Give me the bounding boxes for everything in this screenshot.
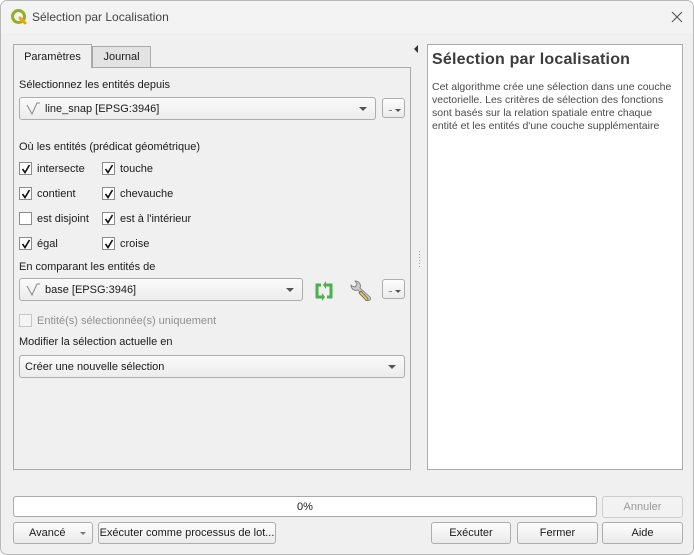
- run-button[interactable]: Exécuter: [431, 522, 511, 544]
- checkbox-box: [19, 162, 32, 175]
- cancel-button[interactable]: Annuler: [602, 496, 683, 518]
- help-button[interactable]: Aide: [602, 522, 683, 544]
- help-title: Sélection par localisation: [432, 51, 631, 68]
- checkbox-label: chevauche: [120, 187, 174, 200]
- qgis-logo-icon: [11, 9, 27, 25]
- checkbox-label: croise: [120, 237, 150, 250]
- predicate-intersecte-checkbox[interactable]: intersecte: [19, 162, 85, 175]
- checkbox-box: [19, 187, 32, 200]
- line-layer-icon: [26, 102, 40, 115]
- chevron-down-icon: [80, 532, 86, 535]
- progress-bar: 0%: [13, 496, 597, 517]
- tab-label: Journal: [103, 51, 140, 63]
- predicate-croise-checkbox[interactable]: croise: [102, 237, 149, 250]
- checkmark-icon: [104, 189, 113, 199]
- predicate-label: Où les entités (prédicat géométrique): [19, 141, 200, 153]
- checkbox-box: [102, 187, 115, 200]
- chevron-down-icon: [388, 365, 396, 369]
- cancel-button-label: Annuler: [623, 501, 662, 513]
- progress-label: 0%: [297, 500, 313, 513]
- iterate-over-layer-button[interactable]: [312, 279, 336, 303]
- help-panel: Sélection par localisation Cet algorithm…: [427, 44, 683, 470]
- collapse-help-arrow-icon[interactable]: [414, 45, 418, 53]
- line-layer-icon: [26, 283, 40, 296]
- advanced-button-label: Avancé: [29, 527, 66, 539]
- checkbox-box: [102, 162, 115, 175]
- source-layer-combo[interactable]: line_snap [EPSG:3946]: [19, 97, 376, 120]
- chevron-down-icon: [286, 288, 294, 292]
- checkbox-box: [19, 212, 32, 225]
- help-description: Cet algorithme crée une sélection dans u…: [432, 81, 672, 132]
- run-as-batch-button[interactable]: Exécuter comme processus de lot...: [98, 522, 276, 544]
- chevron-down-icon: [359, 107, 367, 111]
- iterate-icon: [315, 281, 333, 301]
- close-icon: [671, 11, 683, 23]
- checkbox-label: est disjoint: [37, 212, 89, 225]
- dropdown-arrow-icon: [395, 109, 401, 112]
- title-bar: Sélection par Localisation: [1, 1, 693, 33]
- checkbox-label: Entité(s) sélectionnée(s) uniquement: [37, 314, 217, 327]
- checkmark-icon: [21, 239, 30, 249]
- tab-parametres[interactable]: Paramètres: [13, 44, 92, 68]
- tab-journal[interactable]: Journal: [92, 46, 151, 67]
- panel-splitter-handle[interactable]: [418, 251, 421, 271]
- parameters-panel: Sélectionnez les entités depuis line_sna…: [13, 67, 411, 470]
- advanced-menu-button[interactable]: Avancé: [13, 522, 93, 544]
- compare-layer-label: En comparant les entités de: [19, 261, 156, 273]
- dialog-window: Sélection par Localisation Paramètres Jo…: [0, 0, 694, 555]
- checkbox-box: [19, 314, 32, 327]
- predicate-touche-checkbox[interactable]: touche: [102, 162, 153, 175]
- checkmark-icon: [104, 239, 113, 249]
- selected-features-only-checkbox[interactable]: Entité(s) sélectionnée(s) uniquement: [19, 314, 216, 327]
- checkmark-icon: [21, 164, 30, 174]
- modify-selection-label: Modifier la sélection actuelle en: [19, 336, 173, 348]
- checkbox-box: [102, 212, 115, 225]
- dropdown-arrow-icon: [395, 290, 401, 293]
- checkbox-box: [102, 237, 115, 250]
- checkbox-label: touche: [120, 162, 154, 175]
- source-layer-options-button[interactable]: ...: [382, 98, 405, 118]
- checkmark-icon: [21, 189, 30, 199]
- close-window-button[interactable]: [667, 7, 687, 27]
- checkbox-label: contient: [37, 187, 76, 200]
- checkbox-label: égal: [37, 237, 58, 250]
- predicate-est-disjoint-checkbox[interactable]: est disjoint: [19, 212, 89, 225]
- compare-layer-combo[interactable]: base [EPSG:3946]: [19, 278, 303, 301]
- advanced-options-button[interactable]: [347, 279, 371, 303]
- batch-button-label: Exécuter comme processus de lot...: [99, 527, 275, 539]
- compare-layer-options-button[interactable]: ...: [382, 279, 405, 299]
- close-button-label: Fermer: [539, 527, 576, 539]
- run-button-label: Exécuter: [449, 527, 493, 539]
- modify-selection-combo[interactable]: Créer une nouvelle sélection: [19, 355, 405, 378]
- predicate-contient-checkbox[interactable]: contient: [19, 187, 76, 200]
- window-title: Sélection par Localisation: [32, 10, 169, 24]
- checkbox-label: est à l'intérieur: [120, 212, 192, 225]
- ellipsis-icon: ...: [388, 285, 393, 294]
- predicate-est-a-l-interieur-checkbox[interactable]: est à l'intérieur: [102, 212, 191, 225]
- checkmark-icon: [104, 164, 113, 174]
- predicate-chevauche-checkbox[interactable]: chevauche: [102, 187, 173, 200]
- compare-layer-value: base [EPSG:3946]: [45, 283, 137, 296]
- tab-label: Paramètres: [24, 50, 81, 63]
- wrench-icon: [350, 280, 371, 301]
- close-button[interactable]: Fermer: [517, 522, 598, 544]
- checkbox-box: [19, 237, 32, 250]
- checkbox-label: intersecte: [37, 162, 85, 175]
- source-layer-label: Sélectionnez les entités depuis: [19, 79, 171, 91]
- help-button-label: Aide: [631, 527, 654, 539]
- source-layer-value: line_snap [EPSG:3946]: [45, 102, 160, 115]
- predicate-egal-checkbox[interactable]: égal: [19, 237, 58, 250]
- modify-selection-value: Créer une nouvelle sélection: [25, 360, 165, 373]
- ellipsis-icon: ...: [388, 104, 393, 113]
- checkmark-icon: [104, 214, 113, 224]
